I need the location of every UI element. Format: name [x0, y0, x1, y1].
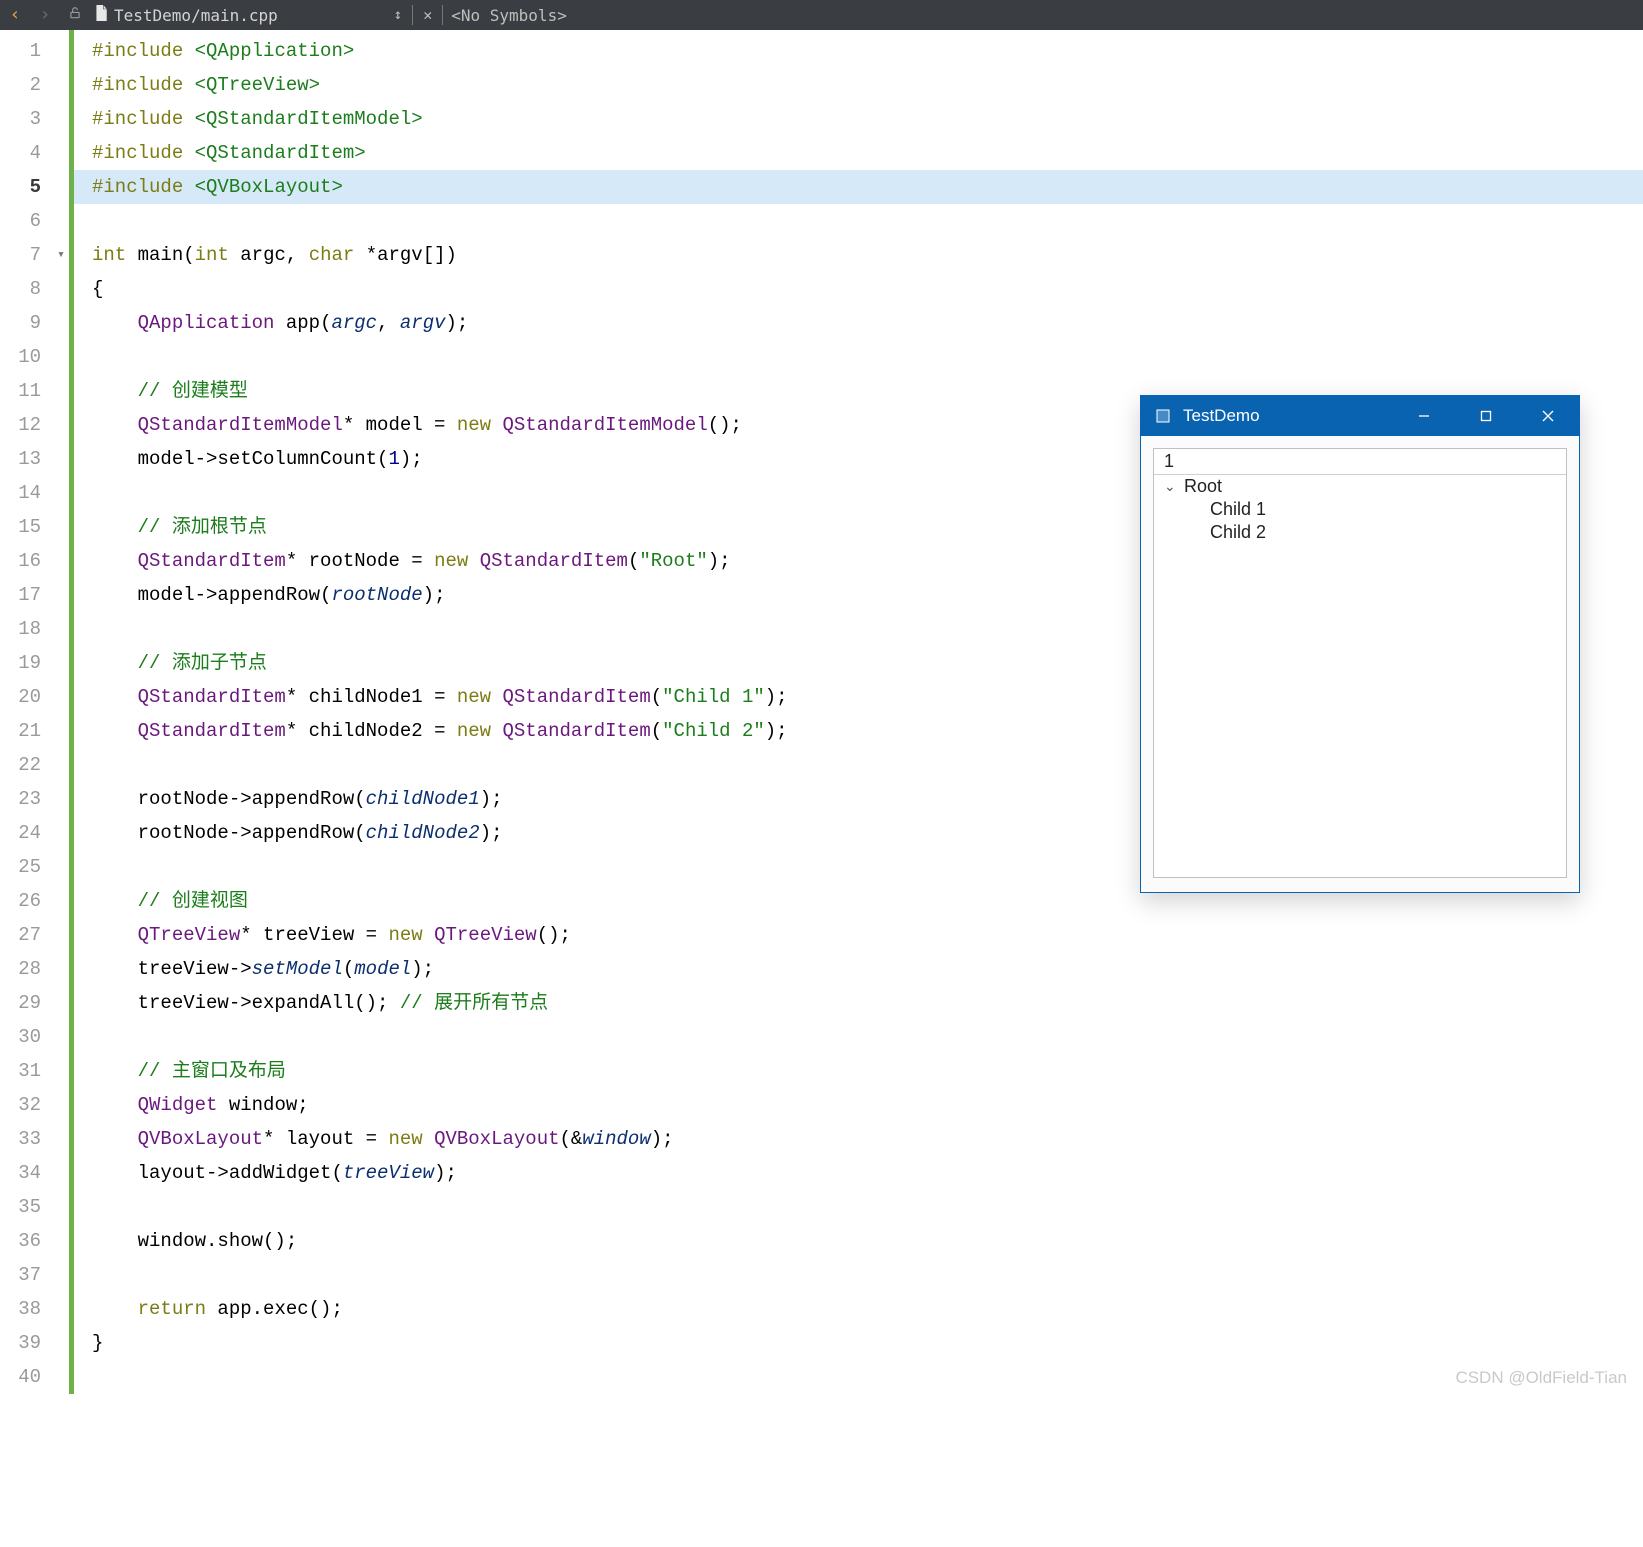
tree-child-row[interactable]: Child 1 [1154, 498, 1566, 521]
code-line[interactable]: #include <QStandardItemModel> [74, 102, 1643, 136]
tree-child-label: Child 1 [1210, 499, 1266, 520]
line-number: 14 [0, 476, 69, 510]
line-number: 35 [0, 1190, 69, 1224]
tree-root-label: Root [1184, 476, 1222, 497]
line-number: 38 [0, 1292, 69, 1326]
code-line[interactable]: { [74, 272, 1643, 306]
toolbar-divider [412, 5, 413, 25]
code-line[interactable]: window.show(); [74, 1224, 1643, 1258]
code-line[interactable]: treeView->setModel(model); [74, 952, 1643, 986]
file-switcher-icon[interactable]: ↕ [388, 7, 408, 23]
line-number: 34 [0, 1156, 69, 1190]
symbols-dropdown[interactable]: <No Symbols> [447, 6, 567, 25]
line-number: 9 [0, 306, 69, 340]
line-number: 1 [0, 34, 69, 68]
nav-forward-icon[interactable]: › [30, 0, 60, 30]
close-button[interactable] [1517, 396, 1579, 436]
line-number: 11 [0, 374, 69, 408]
line-number: 30 [0, 1020, 69, 1054]
code-line[interactable]: return app.exec(); [74, 1292, 1643, 1326]
line-number: 17 [0, 578, 69, 612]
tree-header[interactable]: 1 [1154, 449, 1566, 475]
line-number: 10 [0, 340, 69, 374]
code-line[interactable]: } [74, 1326, 1643, 1360]
line-number: 36 [0, 1224, 69, 1258]
code-line[interactable]: QVBoxLayout* layout = new QVBoxLayout(&w… [74, 1122, 1643, 1156]
line-number: 22 [0, 748, 69, 782]
code-line[interactable] [74, 204, 1643, 238]
line-number: 24 [0, 816, 69, 850]
line-number: 26 [0, 884, 69, 918]
toolbar-divider-2 [442, 5, 443, 25]
line-number: 20 [0, 680, 69, 714]
line-number: 23 [0, 782, 69, 816]
titlebar[interactable]: TestDemo [1141, 396, 1579, 436]
line-number: 5 [0, 170, 69, 204]
line-number: 40 [0, 1360, 69, 1394]
line-number: 25 [0, 850, 69, 884]
maximize-button[interactable] [1455, 396, 1517, 436]
close-icon[interactable]: ✕ [417, 6, 438, 24]
code-line[interactable] [74, 1360, 1643, 1394]
tree-root-row[interactable]: ⌄ Root [1154, 475, 1566, 498]
editor-toolbar: ‹ › TestDemo/main.cpp ↕ ✕ <No Symbols> [0, 0, 1643, 30]
line-number: 39 [0, 1326, 69, 1360]
line-number: 27 [0, 918, 69, 952]
code-line[interactable]: QApplication app(argc, argv); [74, 306, 1643, 340]
line-number: 8 [0, 272, 69, 306]
code-line[interactable]: #include <QTreeView> [74, 68, 1643, 102]
code-line[interactable]: QTreeView* treeView = new QTreeView(); [74, 918, 1643, 952]
line-gutter: 1234567▾89101112131415161718192021222324… [0, 30, 74, 1394]
line-number: 16 [0, 544, 69, 578]
line-number: 31 [0, 1054, 69, 1088]
line-number: 7▾ [0, 238, 69, 272]
file-icon [90, 5, 112, 25]
line-number: 4 [0, 136, 69, 170]
tree-view[interactable]: 1 ⌄ Root Child 1 Child 2 [1153, 448, 1567, 878]
code-line[interactable] [74, 1020, 1643, 1054]
nav-back-icon[interactable]: ‹ [0, 0, 30, 30]
code-line[interactable] [74, 340, 1643, 374]
code-line[interactable] [74, 1190, 1643, 1224]
code-line[interactable]: int main(int argc, char *argv[]) [74, 238, 1643, 272]
line-number: 13 [0, 442, 69, 476]
line-number: 2 [0, 68, 69, 102]
line-number: 18 [0, 612, 69, 646]
tree-child-label: Child 2 [1210, 522, 1266, 543]
line-number: 33 [0, 1122, 69, 1156]
watermark: CSDN @OldField-Tian [1455, 1368, 1627, 1388]
line-number: 19 [0, 646, 69, 680]
line-number: 29 [0, 986, 69, 1020]
minimize-button[interactable] [1393, 396, 1455, 436]
code-line[interactable]: #include <QVBoxLayout> [74, 170, 1643, 204]
code-line[interactable]: #include <QApplication> [74, 34, 1643, 68]
tree-child-row[interactable]: Child 2 [1154, 521, 1566, 544]
code-line[interactable]: // 主窗口及布局 [74, 1054, 1643, 1088]
line-number: 15 [0, 510, 69, 544]
fold-icon[interactable]: ▾ [57, 238, 65, 272]
runtime-window: TestDemo 1 ⌄ Root Child 1 Child 2 [1140, 395, 1580, 893]
code-line[interactable]: layout->addWidget(treeView); [74, 1156, 1643, 1190]
file-path[interactable]: TestDemo/main.cpp [112, 6, 278, 25]
app-icon [1153, 406, 1173, 426]
code-line[interactable]: #include <QStandardItem> [74, 136, 1643, 170]
code-line[interactable]: treeView->expandAll(); // 展开所有节点 [74, 986, 1643, 1020]
line-number: 32 [0, 1088, 69, 1122]
line-number: 12 [0, 408, 69, 442]
line-number: 3 [0, 102, 69, 136]
code-line[interactable]: QWidget window; [74, 1088, 1643, 1122]
line-number: 28 [0, 952, 69, 986]
line-number: 37 [0, 1258, 69, 1292]
chevron-down-icon[interactable]: ⌄ [1164, 478, 1178, 495]
line-number: 21 [0, 714, 69, 748]
window-title: TestDemo [1183, 406, 1393, 426]
lock-icon[interactable] [60, 6, 90, 24]
line-number: 6 [0, 204, 69, 238]
code-line[interactable] [74, 1258, 1643, 1292]
